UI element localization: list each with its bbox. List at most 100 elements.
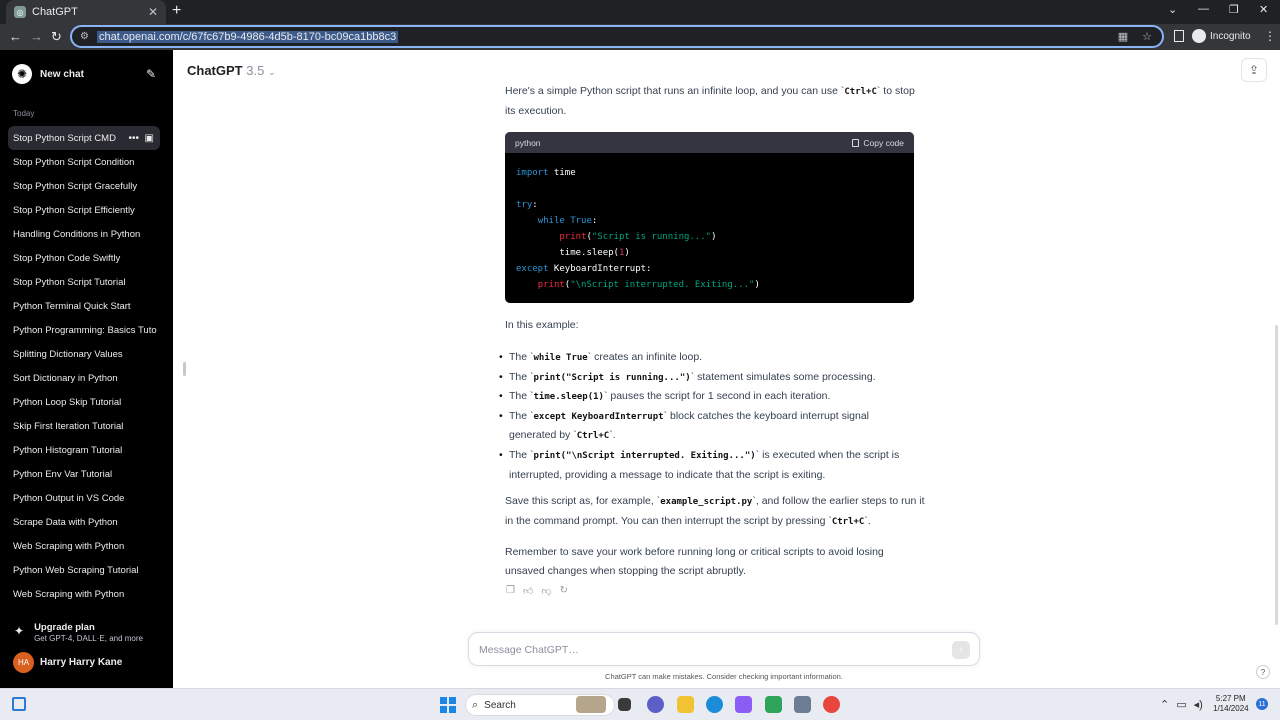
- start-icon[interactable]: [440, 697, 456, 713]
- app-icon[interactable]: [765, 696, 782, 713]
- chat-history-item[interactable]: Python Web Scraping Tutorial: [8, 558, 160, 582]
- tab-search-icon[interactable]: ⌄: [1168, 3, 1177, 16]
- chat-history-item[interactable]: Web Scraping with Python: [8, 582, 160, 606]
- close-tab-icon[interactable]: ✕: [148, 5, 158, 19]
- side-panel-icon[interactable]: [1174, 30, 1184, 42]
- archive-icon[interactable]: ▣: [145, 133, 154, 144]
- clock[interactable]: 5:27 PM 1/14/2024: [1213, 694, 1249, 714]
- copy-code-label: Copy code: [863, 137, 904, 148]
- network-icon[interactable]: ▭: [1176, 698, 1186, 711]
- chat-history-item[interactable]: Web Scraping with Python: [8, 534, 160, 558]
- url-text[interactable]: chat.openai.com/c/67fc67b9-4986-4d5b-817…: [96, 30, 399, 43]
- copy-icon[interactable]: ❐: [506, 585, 515, 597]
- scrollbar[interactable]: [1275, 325, 1278, 625]
- code-block: python Copy code import time try: while …: [505, 132, 914, 303]
- search-icon: ⌕: [472, 698, 479, 711]
- chat-history-label: Python Loop Skip Tutorial: [13, 396, 122, 408]
- incognito-indicator[interactable]: Incognito: [1192, 29, 1251, 43]
- terminal-icon[interactable]: [618, 698, 631, 711]
- thumbs-up-icon[interactable]: 👍︎: [523, 585, 533, 597]
- inline-code: example_script.py: [660, 497, 753, 507]
- chat-history-item[interactable]: Stop Python Code Swiftly: [8, 246, 160, 270]
- inline-code: while True: [533, 353, 588, 363]
- chat-history-item[interactable]: Splitting Dictionary Values: [8, 342, 160, 366]
- text: `.: [864, 515, 871, 527]
- chat-history-label: Stop Python Script Gracefully: [13, 180, 138, 192]
- forward-icon[interactable]: →: [30, 29, 43, 44]
- code-token: :: [591, 216, 598, 226]
- file-explorer-icon[interactable]: [677, 696, 694, 713]
- qr-code-icon[interactable]: ▦: [1118, 30, 1128, 43]
- chat-history-item[interactable]: Stop Python Script Efficiently: [8, 198, 160, 222]
- text: Save this script as, for example, `: [505, 495, 661, 507]
- chat-history-item[interactable]: Scrape Data with Python: [8, 510, 160, 534]
- sparkle-icon: ✦: [14, 624, 25, 638]
- avatar: HA: [13, 652, 34, 673]
- app-icon[interactable]: [794, 696, 811, 713]
- new-tab-icon[interactable]: +: [172, 2, 181, 20]
- chat-history-label: Skip First Iteration Tutorial: [13, 420, 124, 432]
- text: The `: [509, 390, 534, 403]
- code-token: print: [559, 232, 587, 242]
- edit-icon[interactable]: ✎: [146, 67, 156, 81]
- teams-icon[interactable]: [647, 696, 664, 713]
- sidebar-toggle-handle[interactable]: [183, 362, 186, 376]
- send-button[interactable]: ↑: [952, 641, 970, 659]
- code-token: try: [516, 200, 533, 210]
- chat-history-item[interactable]: Python Loop Skip Tutorial: [8, 390, 160, 414]
- text: ` statement simulates some processing.: [690, 370, 876, 383]
- incognito-label: Incognito: [1210, 30, 1251, 42]
- more-options-icon[interactable]: •••: [128, 133, 139, 144]
- chat-history-item[interactable]: Stop Python Script Gracefully: [8, 174, 160, 198]
- search-label: Search: [484, 699, 516, 711]
- chat-history-label: Web Scraping with Python: [13, 588, 125, 600]
- message-input[interactable]: [479, 641, 919, 659]
- upgrade-plan-button[interactable]: ✦ Upgrade plan Get GPT-4, DALL·E, and mo…: [14, 622, 143, 643]
- code-token: time.sleep(: [559, 248, 619, 258]
- chat-history-item[interactable]: Stop Python Script CMD ••• ▣: [8, 126, 160, 150]
- back-icon[interactable]: ←: [9, 29, 22, 44]
- upgrade-subtitle: Get GPT-4, DALL·E, and more: [34, 634, 143, 643]
- chat-history-label: Stop Python Script Efficiently: [13, 204, 135, 216]
- message-composer: ↑: [468, 632, 980, 666]
- chat-history-item[interactable]: Python Terminal Quick Start: [8, 294, 160, 318]
- bookmark-star-icon[interactable]: ☆: [1142, 30, 1152, 43]
- chat-history-item[interactable]: Python Histogram Tutorial: [8, 438, 160, 462]
- minimize-icon[interactable]: —: [1198, 3, 1209, 15]
- incognito-icon: [1192, 29, 1206, 43]
- chat-history-item[interactable]: Python Env Var Tutorial: [8, 462, 160, 486]
- site-info-icon[interactable]: ⚙: [80, 31, 89, 42]
- close-window-icon[interactable]: ✕: [1259, 3, 1268, 16]
- share-button[interactable]: ⇪: [1241, 58, 1267, 82]
- address-bar[interactable]: ⚙ chat.openai.com/c/67fc67b9-4986-4d5b-8…: [70, 25, 1164, 48]
- chat-history-item[interactable]: Python Programming: Basics Tuto: [8, 318, 160, 342]
- edge-icon[interactable]: [706, 696, 723, 713]
- example-intro: In this example:: [505, 319, 579, 331]
- chat-history-item[interactable]: Sort Dictionary in Python: [8, 366, 160, 390]
- reload-icon[interactable]: ↻: [51, 29, 62, 45]
- model-version: 3.5: [246, 63, 265, 78]
- new-chat-button[interactable]: ✺ New chat ✎: [8, 62, 160, 86]
- maximize-icon[interactable]: ❐: [1229, 3, 1239, 16]
- chat-history-item[interactable]: Stop Python Script Condition: [8, 150, 160, 174]
- chat-history-item[interactable]: Stop Python Script Tutorial: [8, 270, 160, 294]
- chat-history-label: Stop Python Script Condition: [13, 156, 135, 168]
- chat-history-item[interactable]: Skip First Iteration Tutorial: [8, 414, 160, 438]
- browser-tab[interactable]: ◎ ChatGPT ✕: [6, 0, 166, 24]
- user-menu[interactable]: HA Harry Harry Kane: [13, 652, 122, 673]
- chat-history-item[interactable]: Handling Conditions in Python: [8, 222, 160, 246]
- volume-icon[interactable]: ◂): [1194, 698, 1203, 711]
- chrome-icon[interactable]: [823, 696, 840, 713]
- chevron-up-icon[interactable]: ⌃: [1160, 698, 1169, 711]
- help-icon[interactable]: ?: [1256, 665, 1270, 679]
- app-icon[interactable]: [735, 696, 752, 713]
- task-view-icon[interactable]: [12, 697, 26, 711]
- thumbs-down-icon[interactable]: 👎︎: [541, 585, 551, 597]
- model-selector[interactable]: ChatGPT 3.5 ⌄: [187, 63, 276, 78]
- copy-code-button[interactable]: Copy code: [852, 138, 904, 148]
- browser-menu-icon[interactable]: ⋮: [1264, 29, 1276, 43]
- notification-badge[interactable]: 11: [1256, 698, 1268, 710]
- list-item: The `print("Script is running...")` stat…: [499, 368, 919, 388]
- chat-history-item[interactable]: Python Output in VS Code: [8, 486, 160, 510]
- regenerate-icon[interactable]: ↻: [560, 585, 568, 597]
